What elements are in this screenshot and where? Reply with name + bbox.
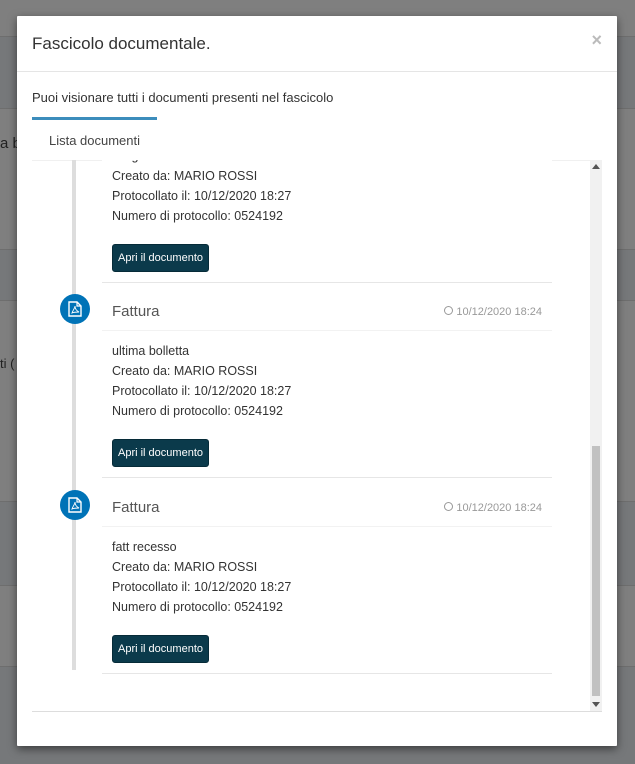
document-timeline[interactable]: allega Creato da: MARIO ROSSI Protocolla… (32, 160, 602, 712)
item-header: Fattura 10/12/2020 18:24 (102, 490, 552, 527)
document-created-by: Creato da: MARIO ROSSI (112, 169, 258, 183)
timeline-item: allega Creato da: MARIO ROSSI Protocolla… (102, 160, 552, 283)
item-header: Fattura 10/12/2020 18:24 (102, 294, 552, 331)
open-document-button[interactable]: Apri il documento (112, 635, 209, 663)
scrollbar-thumb[interactable] (592, 446, 600, 696)
document-created-by: Creato da: MARIO ROSSI (112, 364, 258, 378)
document-time: 10/12/2020 18:24 (444, 306, 542, 318)
document-dossier-modal: Fascicolo documentale. × Puoi visionare … (17, 16, 617, 746)
modal-body: Puoi visionare tutti i documenti present… (32, 72, 602, 726)
close-icon[interactable]: × (591, 30, 602, 51)
open-document-button[interactable]: Apri il documento (112, 244, 209, 272)
document-protocol-number: Numero di protocollo: 0524192 (112, 209, 283, 223)
tab-bar: Lista documenti (32, 117, 602, 161)
clock-icon (444, 502, 454, 511)
document-protocol-date: Protocollato il: 10/12/2020 18:27 (112, 580, 292, 594)
document-protocol-date: Protocollato il: 10/12/2020 18:27 (112, 384, 292, 398)
document-type: Fattura (112, 499, 160, 516)
document-time: 10/12/2020 18:24 (444, 502, 542, 514)
document-created-by: Creato da: MARIO ROSSI (112, 560, 258, 574)
document-protocol-number: Numero di protocollo: 0524192 (112, 404, 283, 418)
scroll-up-arrow-icon[interactable] (592, 164, 600, 169)
timeline-line (72, 160, 76, 670)
open-document-button[interactable]: Apri il documento (112, 439, 209, 467)
timeline-item: Fattura 10/12/2020 18:24 ultima bolletta… (102, 294, 552, 478)
document-description: ultima bolletta (112, 344, 190, 358)
file-pdf-icon (60, 294, 90, 324)
tab-document-list[interactable]: Lista documenti (32, 117, 157, 159)
scrollbar[interactable] (590, 160, 602, 711)
document-protocol-number: Numero di protocollo: 0524192 (112, 600, 283, 614)
document-description: fatt recesso (112, 540, 177, 554)
modal-title: Fascicolo documentale. (32, 34, 211, 53)
document-timestamp: 10/12/2020 18:24 (456, 502, 542, 514)
intro-text: Puoi visionare tutti i documenti present… (32, 90, 334, 105)
file-pdf-icon (60, 490, 90, 520)
document-type: Fattura (112, 303, 160, 320)
timeline-item: Fattura 10/12/2020 18:24 fatt recesso Cr… (102, 490, 552, 674)
document-protocol-date: Protocollato il: 10/12/2020 18:27 (112, 189, 292, 203)
document-timestamp: 10/12/2020 18:24 (456, 306, 542, 318)
modal-header: Fascicolo documentale. × (17, 16, 617, 72)
clock-icon (444, 306, 454, 315)
scroll-down-arrow-icon[interactable] (592, 702, 600, 707)
